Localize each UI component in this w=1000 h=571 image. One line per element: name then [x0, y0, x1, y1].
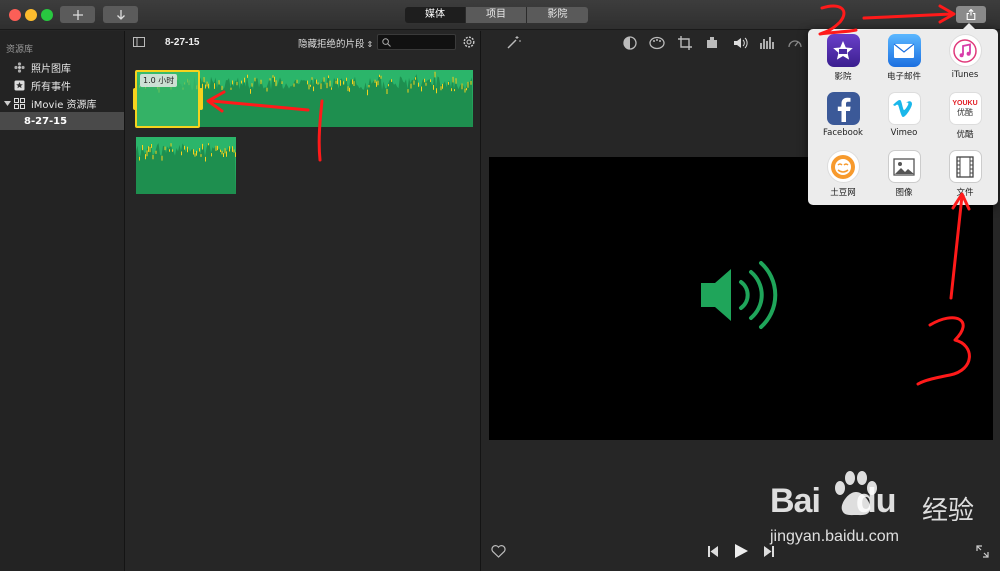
search-field[interactable]	[377, 34, 456, 50]
download-arrow-icon	[116, 9, 125, 20]
trim-handle-right[interactable]	[199, 88, 203, 110]
clip-selection[interactable]: 1.0 小时	[135, 70, 200, 128]
tudou-icon	[826, 150, 860, 183]
audio-waveform	[136, 143, 236, 194]
library-sidebar: 资源库 照片图库 所有事件 iMovie 资源库 8-27-15	[0, 31, 125, 571]
share-tudou[interactable]: 土豆网	[812, 145, 874, 201]
fullscreen-icon[interactable]	[976, 545, 989, 558]
add-button[interactable]	[60, 6, 95, 23]
grid-icon	[14, 97, 25, 109]
itunes-icon	[948, 34, 982, 67]
film-icon	[948, 150, 982, 183]
clip-filter-label: 隐藏拒绝的片段	[298, 39, 365, 50]
color-balance-icon[interactable]	[622, 35, 638, 51]
share-itunes[interactable]: iTunes	[934, 29, 996, 85]
favorite-heart-icon[interactable]	[491, 545, 506, 558]
gear-icon[interactable]	[462, 35, 476, 49]
share-item-label: Facebook	[823, 128, 863, 138]
event-browser: 8-27-15 隐藏拒绝的片段 ⇕ 1.0 小时	[126, 31, 481, 571]
skip-forward-icon[interactable]	[763, 546, 775, 557]
sidebar-item-event-8-27-15[interactable]: 8-27-15	[0, 112, 124, 130]
skip-back-icon[interactable]	[707, 546, 719, 557]
crop-icon[interactable]	[677, 35, 693, 51]
share-vimeo[interactable]: Vimeo	[873, 87, 935, 143]
close-window-button[interactable]	[9, 9, 21, 21]
share-popover: 影院 电子邮件 iTunes Facebook Vimeo YOUKU 优酷 优…	[808, 23, 998, 205]
updown-chevron-icon: ⇕	[366, 40, 374, 49]
share-youku[interactable]: YOUKU 优酷 优酷	[934, 87, 996, 143]
speed-icon[interactable]	[787, 35, 803, 51]
audio-clip-short[interactable]	[136, 137, 236, 194]
sidebar-item-photos[interactable]: 照片图库	[0, 58, 124, 76]
view-segmented-control: 媒体 项目 影院	[405, 7, 588, 23]
browser-toolbar: 8-27-15 隐藏拒绝的片段 ⇕	[126, 31, 481, 53]
share-item-label: 电子邮件	[886, 72, 921, 82]
share-item-label: 文件	[956, 188, 974, 198]
search-icon	[382, 38, 391, 47]
sidebar-item-imovie-library[interactable]: iMovie 资源库	[0, 94, 124, 112]
search-input[interactable]	[393, 36, 453, 48]
facebook-icon	[826, 92, 860, 125]
play-icon[interactable]	[734, 544, 748, 558]
star-icon	[14, 80, 25, 90]
magic-wand-icon[interactable]	[505, 35, 521, 51]
share-image[interactable]: 图像	[873, 145, 935, 201]
share-item-label: 影院	[834, 72, 852, 82]
stabilization-camera-icon[interactable]	[704, 35, 720, 51]
sidebar-item-all-events[interactable]: 所有事件	[0, 76, 124, 94]
share-item-label: iTunes	[951, 70, 979, 80]
vimeo-icon	[887, 92, 921, 125]
tab-theater[interactable]: 影院	[527, 7, 588, 23]
share-email[interactable]: 电子邮件	[873, 29, 935, 85]
youku-logo-sub: 优酷	[957, 107, 973, 117]
youku-logo-text: YOUKU	[952, 99, 978, 107]
sidebar-header: 资源库	[6, 45, 34, 55]
sidebar-toggle-icon[interactable]	[133, 37, 145, 47]
import-button[interactable]	[103, 6, 138, 23]
share-item-label: 图像	[895, 188, 913, 198]
share-file[interactable]: 文件	[934, 145, 996, 201]
color-palette-icon[interactable]	[649, 35, 665, 51]
flower-icon	[14, 61, 25, 73]
plus-icon	[72, 9, 83, 20]
sidebar-item-label: 照片图库	[31, 63, 71, 75]
sidebar-item-label: 所有事件	[31, 81, 71, 93]
equalizer-icon[interactable]	[759, 35, 775, 51]
tab-media[interactable]: 媒体	[405, 7, 466, 23]
event-title: 8-27-15	[165, 37, 200, 48]
share-item-label: Vimeo	[890, 128, 918, 138]
share-item-label: 优酷	[956, 130, 974, 140]
volume-icon[interactable]	[732, 35, 748, 51]
trim-handle-left[interactable]	[133, 88, 137, 110]
imovie-theater-icon	[826, 34, 860, 67]
tab-projects[interactable]: 项目	[466, 7, 527, 23]
image-icon	[887, 150, 921, 183]
disclosure-triangle-icon	[4, 100, 11, 106]
clip-filter-select[interactable]: 隐藏拒绝的片段 ⇕	[298, 36, 373, 50]
minimize-window-button[interactable]	[25, 9, 37, 21]
sidebar-item-label: iMovie 资源库	[31, 99, 97, 111]
sidebar-item-label: 8-27-15	[24, 115, 68, 127]
share-button[interactable]	[956, 6, 986, 23]
share-theater[interactable]: 影院	[812, 29, 874, 85]
speaker-icon	[701, 261, 778, 329]
zoom-window-button[interactable]	[41, 9, 53, 21]
clip-duration-badge: 1.0 小时	[140, 74, 178, 87]
title-bar: 媒体 项目 影院	[0, 0, 1000, 30]
share-facebook[interactable]: Facebook	[812, 87, 874, 143]
mail-icon	[887, 34, 921, 67]
share-icon	[966, 9, 976, 20]
share-item-label: 土豆网	[830, 188, 856, 198]
youku-icon: YOUKU 优酷	[948, 92, 982, 125]
